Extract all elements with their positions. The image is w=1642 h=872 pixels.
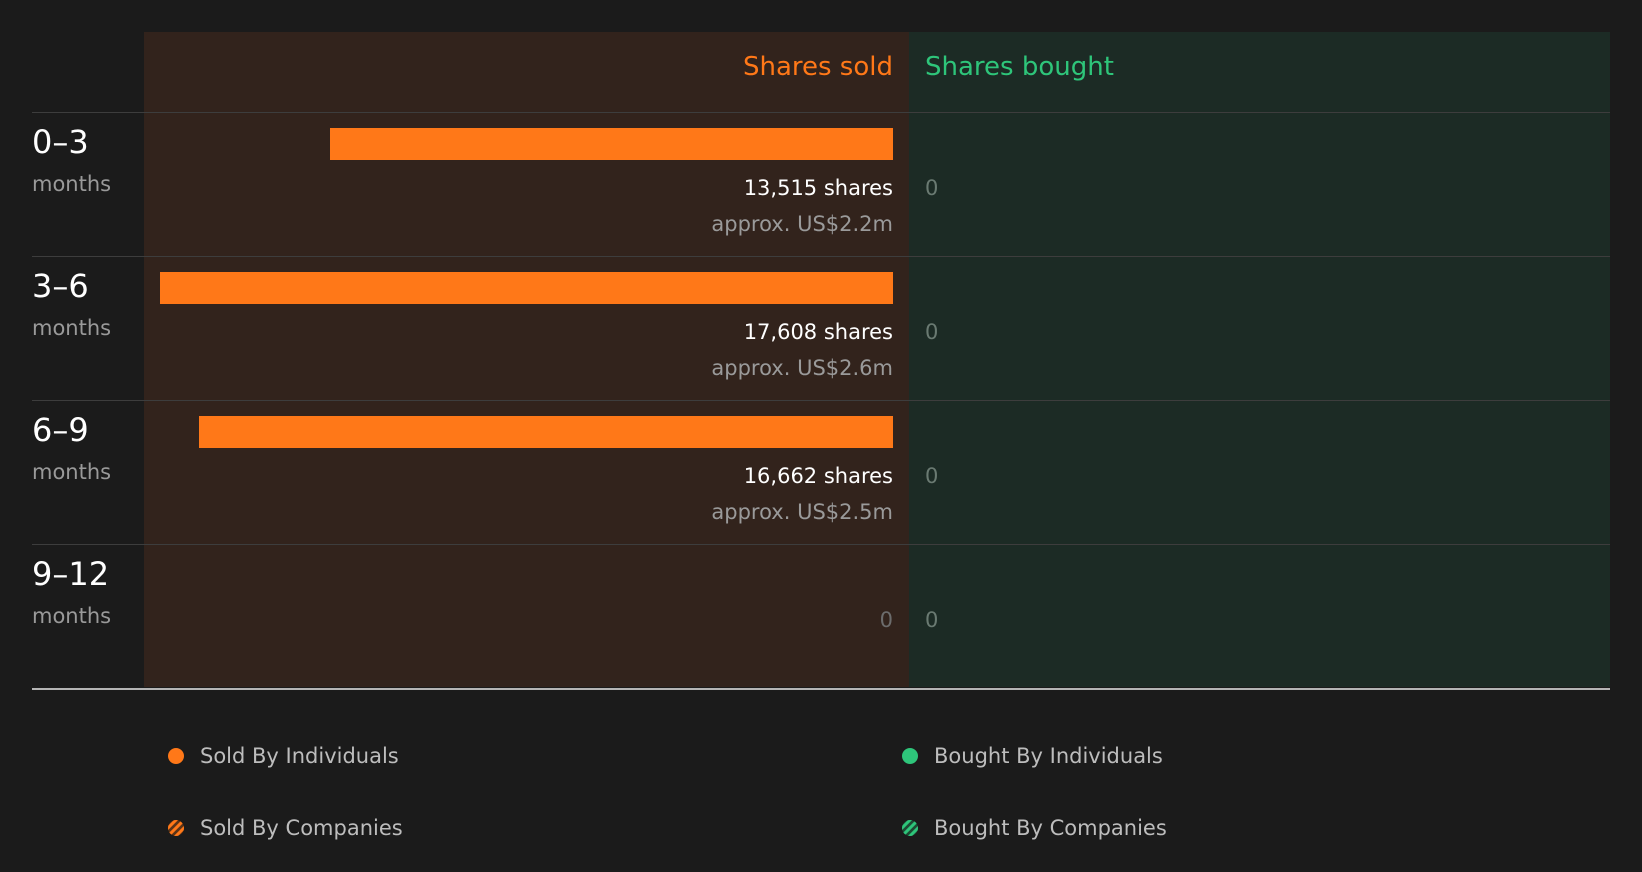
shares-sold-header: Shares sold bbox=[742, 52, 893, 82]
period-unit: months bbox=[32, 604, 112, 628]
period-unit: months bbox=[32, 316, 112, 340]
sold-shares-label: 16,662 shares bbox=[743, 464, 893, 488]
sold-value-label: approx. US$2.2m bbox=[711, 212, 893, 236]
green-dot-icon bbox=[902, 748, 918, 764]
sold-zero-label: 0 bbox=[879, 608, 893, 632]
legend-label: Sold By Companies bbox=[200, 816, 403, 840]
period-unit: months bbox=[32, 172, 112, 196]
green-hatched-icon bbox=[902, 820, 918, 836]
bought-value-label: 0 bbox=[925, 608, 939, 632]
legend-label: Bought By Companies bbox=[934, 816, 1167, 840]
shares-bought-header: Shares bought bbox=[925, 52, 1114, 82]
sold-bar bbox=[199, 416, 893, 448]
period-row: 3–6 months 17,608 shares approx. US$2.6m… bbox=[0, 257, 1642, 401]
bought-value-label: 0 bbox=[925, 464, 939, 488]
bought-value-label: 0 bbox=[925, 176, 939, 200]
legend-bought-by-companies[interactable]: Bought By Companies bbox=[902, 816, 1167, 840]
sold-bar bbox=[160, 272, 893, 304]
period-row: 9–12 months 0 0 bbox=[0, 545, 1642, 690]
legend-sold-by-individuals[interactable]: Sold By Individuals bbox=[168, 744, 399, 768]
legend-bought-by-individuals[interactable]: Bought By Individuals bbox=[902, 744, 1163, 768]
orange-hatched-icon bbox=[168, 820, 184, 836]
legend-sold-by-companies[interactable]: Sold By Companies bbox=[168, 816, 403, 840]
period-range: 3–6 bbox=[32, 267, 89, 305]
legend-label: Bought By Individuals bbox=[934, 744, 1163, 768]
period-range: 0–3 bbox=[32, 123, 89, 161]
period-range: 9–12 bbox=[32, 555, 110, 593]
sold-value-label: approx. US$2.6m bbox=[711, 356, 893, 380]
axis-baseline bbox=[32, 688, 1610, 690]
period-row: 6–9 months 16,662 shares approx. US$2.5m… bbox=[0, 401, 1642, 545]
sold-shares-label: 13,515 shares bbox=[743, 176, 893, 200]
sold-shares-label: 17,608 shares bbox=[743, 320, 893, 344]
orange-dot-icon bbox=[168, 748, 184, 764]
sold-value-label: approx. US$2.5m bbox=[711, 500, 893, 524]
period-unit: months bbox=[32, 460, 112, 484]
legend-label: Sold By Individuals bbox=[200, 744, 399, 768]
bought-value-label: 0 bbox=[925, 320, 939, 344]
sold-bar bbox=[330, 128, 893, 160]
period-row: 0–3 months 13,515 shares approx. US$2.2m… bbox=[0, 113, 1642, 257]
period-range: 6–9 bbox=[32, 411, 89, 449]
